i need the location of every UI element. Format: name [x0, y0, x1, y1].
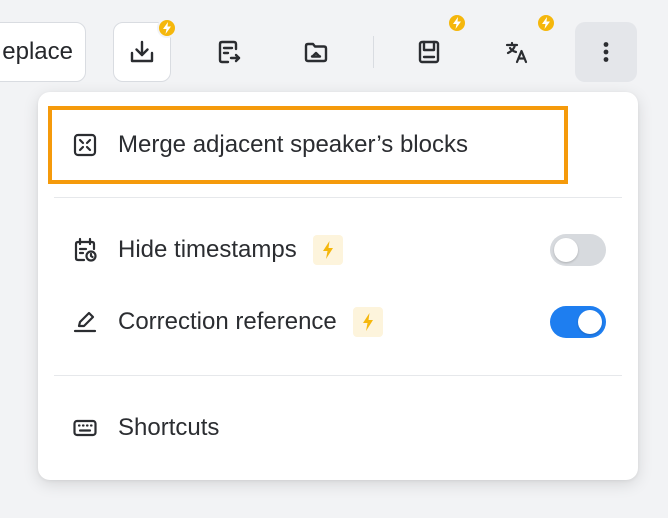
- document-export-icon: [214, 37, 244, 67]
- pro-badge-icon: [536, 13, 556, 33]
- menu-item-label-wrap: Hide timestamps: [118, 235, 343, 265]
- calendar-clock-icon: [70, 235, 100, 265]
- menu-item-label: Correction reference: [118, 308, 337, 335]
- menu-item-label-wrap: Correction reference: [118, 307, 383, 337]
- hide-timestamps-toggle[interactable]: [550, 234, 606, 266]
- export-transcript-button[interactable]: [200, 22, 258, 82]
- toolbar-divider: [373, 36, 374, 68]
- toggle-knob: [554, 238, 578, 262]
- toggle-knob: [578, 310, 602, 334]
- translate-icon: [502, 37, 532, 67]
- pro-lightning-icon: [312, 235, 343, 265]
- translate-button[interactable]: [488, 22, 546, 82]
- folder-icon: [301, 37, 331, 67]
- more-vertical-icon: [591, 37, 621, 67]
- bookmark-save-icon: [414, 37, 444, 67]
- folder-button[interactable]: [287, 22, 345, 82]
- replace-button[interactable]: eplace: [0, 22, 86, 82]
- menu-item-label: Shortcuts: [118, 414, 220, 441]
- menu-item-correction-reference[interactable]: Correction reference: [38, 294, 638, 350]
- more-options-button[interactable]: [575, 22, 637, 82]
- pro-lightning-icon: [352, 307, 383, 337]
- pro-badge-icon: [157, 18, 177, 38]
- menu-item-label: Hide timestamps: [118, 236, 297, 263]
- menu-item-shortcuts[interactable]: Shortcuts: [38, 400, 638, 456]
- pro-badge-icon: [447, 13, 467, 33]
- pencil-underline-icon: [70, 307, 100, 337]
- menu-separator: [54, 197, 622, 198]
- menu-item-hide-timestamps[interactable]: Hide timestamps: [38, 222, 638, 278]
- merge-blocks-icon: [70, 130, 100, 160]
- save-button[interactable]: [400, 22, 458, 82]
- menu-item-merge-speaker-blocks[interactable]: Merge adjacent speaker’s blocks: [38, 117, 638, 173]
- menu-separator: [54, 375, 622, 376]
- toolbar: eplace: [0, 0, 668, 100]
- correction-reference-toggle[interactable]: [550, 306, 606, 338]
- keyboard-icon: [70, 413, 100, 443]
- download-icon: [127, 37, 157, 67]
- more-options-menu: Merge adjacent speaker’s blocks Hide tim…: [38, 92, 638, 480]
- menu-item-label: Merge adjacent speaker’s blocks: [118, 131, 468, 158]
